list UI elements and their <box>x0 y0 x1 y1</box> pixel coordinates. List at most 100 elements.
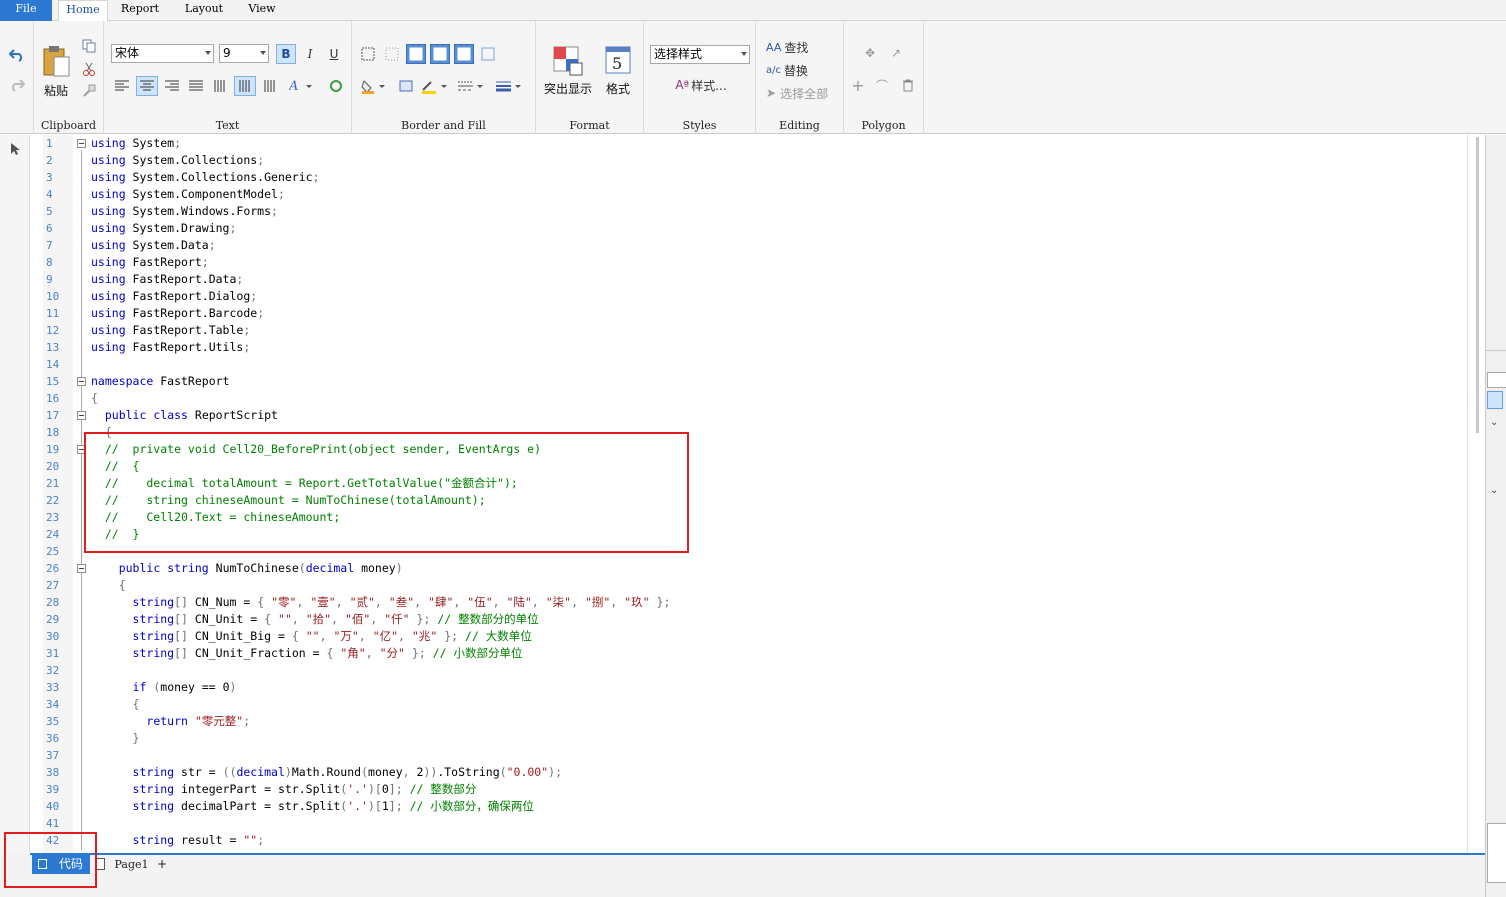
fold-toggle-icon[interactable] <box>77 564 86 573</box>
code-line[interactable]: namespace FastReport <box>91 373 229 390</box>
code-line[interactable]: { <box>91 696 140 713</box>
font-size-combo[interactable]: 9 <box>219 44 269 63</box>
border-all-icon[interactable] <box>358 44 378 64</box>
styles-group: 选择样式 Aª 样式... Styles <box>644 21 756 134</box>
code-line[interactable]: using System.Collections; <box>91 152 264 169</box>
copy-icon[interactable] <box>80 38 98 54</box>
line-number: 25 <box>46 545 60 558</box>
styles-button[interactable]: Aª 样式... <box>666 75 736 95</box>
line-width-icon[interactable] <box>494 76 524 96</box>
tab-layout[interactable]: Layout <box>178 0 230 21</box>
code-line[interactable]: if (money == 0) <box>91 679 237 696</box>
align-justify-icon[interactable] <box>186 76 206 96</box>
line-number: 38 <box>46 766 60 779</box>
code-line[interactable]: using System.Data; <box>91 237 216 254</box>
paste-label: 粘贴 <box>43 84 68 98</box>
font-name-combo[interactable]: 宋体 <box>111 44 214 63</box>
border-none-icon[interactable] <box>382 44 402 64</box>
replace-button[interactable]: a/c 替换 <box>766 60 826 80</box>
code-line[interactable]: using FastReport.Barcode; <box>91 305 264 322</box>
border-top-icon[interactable] <box>406 44 426 64</box>
border-fill-label: Border and Fill <box>401 119 486 132</box>
valign-bottom-icon[interactable] <box>260 76 280 96</box>
scrollbar-thumb[interactable] <box>1476 137 1479 433</box>
select-all-button[interactable]: ➤ 选择全部 <box>766 83 842 103</box>
underline-button[interactable]: U <box>324 44 344 64</box>
undo-icon[interactable] <box>6 45 28 65</box>
line-color-icon[interactable] <box>420 76 450 96</box>
code-line[interactable]: string decimalPart = str.Split('.')[1]; … <box>91 798 534 815</box>
categorized-icon[interactable] <box>1487 391 1503 409</box>
code-line[interactable]: } <box>91 730 140 747</box>
ribbon-tab-bar: File Home Report Layout View <box>0 0 1506 22</box>
chevron-down-icon[interactable]: ⌄ <box>1490 417 1498 428</box>
code-line[interactable]: string str = ((decimal)Math.Round(money,… <box>91 764 562 781</box>
paste-button[interactable]: 粘贴 <box>38 43 74 103</box>
valign-middle-icon[interactable] <box>234 76 256 96</box>
code-line[interactable]: { <box>91 577 126 594</box>
point-cursor-icon[interactable]: ↗ <box>886 43 906 63</box>
pointer-tool-icon[interactable] <box>5 139 25 159</box>
font-color-icon[interactable]: A <box>288 76 314 96</box>
code-line[interactable]: string result = ""; <box>91 832 265 849</box>
code-line[interactable]: using FastReport.Dialog; <box>91 288 257 305</box>
tab-view[interactable]: View <box>242 0 282 21</box>
code-line[interactable]: public class ReportScript <box>91 407 278 424</box>
code-line[interactable]: public string NumToChinese(decimal money… <box>91 560 403 577</box>
code-line[interactable]: using FastReport.Utils; <box>91 339 250 356</box>
delete-point-icon[interactable] <box>898 75 918 95</box>
line-number: 18 <box>46 426 60 439</box>
code-line[interactable]: string[] CN_Unit = { "", "拾", "佰", "仟" }… <box>91 611 539 628</box>
redo-icon[interactable] <box>6 75 28 95</box>
code-line[interactable]: string[] CN_Num = { "零", "壹", "贰", "叁", … <box>91 594 671 611</box>
align-left-icon[interactable] <box>112 76 132 96</box>
code-line[interactable]: using System.Windows.Forms; <box>91 203 278 220</box>
code-line[interactable]: string[] CN_Unit_Big = { "", "万", "亿", "… <box>91 628 532 645</box>
add-page-button[interactable]: + <box>157 855 167 874</box>
cut-icon[interactable] <box>80 61 98 77</box>
italic-button[interactable]: I <box>300 44 320 64</box>
fold-toggle-icon[interactable] <box>77 377 86 386</box>
code-line[interactable]: using System; <box>91 135 181 152</box>
tab-page1[interactable]: Page1 <box>96 855 149 874</box>
find-button[interactable]: AA 查找 <box>766 37 826 57</box>
move-point-icon[interactable]: ✥ <box>860 43 880 63</box>
valign-top-icon[interactable] <box>210 76 230 96</box>
line-style-icon[interactable] <box>456 76 486 96</box>
border-bottom-icon[interactable] <box>430 44 450 64</box>
code-line[interactable]: using System.Drawing; <box>91 220 236 237</box>
align-center-icon[interactable] <box>136 76 158 96</box>
style-combo[interactable]: 选择样式 <box>650 45 750 64</box>
bold-button[interactable]: B <box>276 44 296 64</box>
line-number: 14 <box>46 358 60 371</box>
code-line[interactable]: using System.Collections.Generic; <box>91 169 320 186</box>
rotate-icon[interactable] <box>326 76 346 96</box>
code-line[interactable]: { <box>91 390 98 407</box>
code-line[interactable]: using FastReport.Table; <box>91 322 250 339</box>
tab-home[interactable]: Home <box>58 0 108 22</box>
fill-color-icon[interactable] <box>360 76 388 96</box>
align-right-icon[interactable] <box>162 76 182 96</box>
fold-toggle-icon[interactable] <box>77 411 86 420</box>
fold-toggle-icon[interactable] <box>77 139 86 148</box>
format-painter-icon[interactable] <box>80 83 98 99</box>
tab-file[interactable]: File <box>0 0 52 21</box>
border-right-icon[interactable] <box>478 44 498 64</box>
code-line[interactable]: string[] CN_Unit_Fraction = { "角", "分" }… <box>91 645 523 662</box>
format-button[interactable]: 5 格式 <box>598 45 638 101</box>
code-line[interactable]: return "零元整"; <box>91 713 250 730</box>
code-line[interactable]: using System.ComponentModel; <box>91 186 285 203</box>
bezier-icon[interactable]: ⌒ <box>872 75 892 95</box>
vertical-scrollbar[interactable] <box>1467 135 1485 853</box>
add-point-icon[interactable]: + <box>848 75 868 95</box>
tab-report[interactable]: Report <box>114 0 166 21</box>
chevron-down-icon[interactable]: ⌄ <box>1490 485 1498 496</box>
code-line[interactable]: using FastReport; <box>91 254 209 271</box>
format-icon: 5 <box>605 46 631 74</box>
highlight-button[interactable]: 突出显示 <box>540 45 596 101</box>
code-line[interactable]: string integerPart = str.Split('.')[0]; … <box>91 781 477 798</box>
code-line[interactable]: using FastReport.Data; <box>91 271 243 288</box>
object-combo[interactable] <box>1487 372 1506 388</box>
fill-icon[interactable] <box>396 76 416 96</box>
border-left-icon[interactable] <box>454 44 474 64</box>
